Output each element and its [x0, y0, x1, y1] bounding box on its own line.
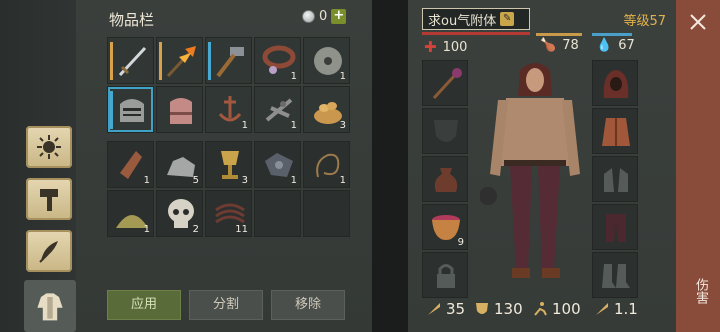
- food-stat: 🍗 78: [540, 38, 579, 53]
- boots-icon: [602, 264, 630, 288]
- consumable-qty: 9: [457, 237, 464, 248]
- water-value: 67: [618, 38, 635, 53]
- head-slot[interactable]: [592, 60, 638, 106]
- leather-helmet-icon: [170, 98, 192, 124]
- inventory-slot[interactable]: 1: [254, 86, 301, 133]
- close-icon[interactable]: [688, 12, 708, 32]
- inventory-slot[interactable]: 5: [156, 141, 203, 188]
- locked-slot[interactable]: [422, 252, 468, 298]
- crafting-tab-button[interactable]: [26, 126, 72, 168]
- health-stat: ✚ 100: [424, 38, 467, 56]
- hammer-item-icon: [216, 47, 244, 78]
- sun-scroll-icon: [37, 135, 61, 159]
- currency-display: 0 +: [302, 9, 347, 24]
- damage-vertical-label: 伤害: [693, 278, 708, 304]
- inventory-slot[interactable]: 1: [254, 37, 301, 84]
- character-figure: [480, 63, 580, 278]
- split-button[interactable]: 分割: [189, 290, 263, 320]
- character-name-field[interactable]: 求ou气附体 ✎: [422, 8, 530, 30]
- sword-icon: [118, 46, 147, 77]
- inventory-slot[interactable]: [156, 86, 203, 133]
- bag-slot[interactable]: [422, 156, 468, 202]
- pants-icon: [606, 214, 626, 242]
- hammer-icon: [40, 189, 58, 211]
- health-cross-icon: ✚: [424, 38, 437, 56]
- speed-stat: 100: [532, 300, 581, 318]
- consumable-slot[interactable]: 9: [422, 204, 468, 250]
- health-value: 100: [442, 39, 468, 55]
- building-tab-button[interactable]: [26, 178, 72, 220]
- hood-icon: [603, 70, 629, 98]
- water-drop-icon: 💧: [596, 38, 613, 53]
- legs-slot[interactable]: [592, 204, 638, 250]
- inventory-slot[interactable]: 1: [205, 86, 252, 133]
- shield-slot[interactable]: [422, 108, 468, 154]
- lock-icon: [437, 264, 455, 288]
- equipment-item-grid: 1 1 1 1 3: [107, 37, 350, 133]
- sack-icon: [434, 168, 458, 192]
- inventory-slot-selected[interactable]: [107, 86, 154, 133]
- hands-slot[interactable]: [592, 156, 638, 202]
- food-bar: [536, 33, 582, 36]
- panel-divider: [372, 0, 408, 332]
- inventory-slot-empty[interactable]: [303, 190, 350, 237]
- character-name: 求ou气附体: [428, 13, 497, 29]
- gloves-icon: [604, 168, 628, 192]
- currency-count: 0: [319, 9, 328, 24]
- inventory-slot-empty[interactable]: [254, 190, 301, 237]
- edit-name-icon[interactable]: ✎: [500, 12, 515, 26]
- defense-stat: 130: [474, 300, 523, 318]
- inventory-slot[interactable]: [107, 37, 154, 84]
- inventory-panel: 物品栏 0 + 1 1 1 1 3 1 5 3 1 1 1 2 11 应用 分割…: [76, 0, 372, 332]
- inventory-slot[interactable]: 1: [303, 37, 350, 84]
- quill-icon: [39, 241, 58, 263]
- knight-helmet-icon: [120, 99, 144, 122]
- side-tab-strip: [0, 0, 76, 332]
- inventory-slot[interactable]: 3: [303, 86, 350, 133]
- inventory-slot[interactable]: 3: [205, 141, 252, 188]
- food-value: 78: [562, 38, 579, 53]
- chest-slot[interactable]: [592, 108, 638, 154]
- inventory-slot[interactable]: 1: [254, 141, 301, 188]
- inventory-slot[interactable]: 2: [156, 190, 203, 237]
- character-panel: 求ou气附体 ✎ 等级57 ✚ 100 🍗 78 💧 67 9 35 130 1…: [408, 0, 676, 332]
- defense-icon: [476, 303, 488, 314]
- armor-icon: [37, 293, 63, 321]
- inventory-slot[interactable]: [205, 37, 252, 84]
- inventory-slot[interactable]: 11: [205, 190, 252, 237]
- weapon-slot[interactable]: [422, 60, 468, 106]
- close-strip: 伤害: [676, 0, 720, 332]
- character-tab-button[interactable]: [24, 280, 76, 332]
- attack-icon: [428, 303, 440, 315]
- inventory-slot[interactable]: 1: [107, 190, 154, 237]
- inventory-slot[interactable]: 1: [107, 141, 154, 188]
- gem-icon: [302, 10, 315, 23]
- inventory-title: 物品栏: [109, 11, 155, 29]
- add-currency-button[interactable]: +: [331, 9, 347, 24]
- flame-spear-icon: [166, 46, 196, 78]
- inventory-slot[interactable]: 1: [303, 141, 350, 188]
- food-icon: 🍗: [540, 38, 557, 53]
- water-stat: 💧 67: [596, 38, 635, 53]
- mace-icon: [432, 68, 462, 100]
- apply-button[interactable]: 应用: [107, 290, 181, 320]
- remove-button[interactable]: 移除: [271, 290, 345, 320]
- attack-stat: 35: [426, 300, 465, 318]
- weight-icon: [596, 303, 608, 315]
- skills-tab-button[interactable]: [26, 230, 72, 272]
- water-bar: [592, 33, 632, 36]
- feet-slot[interactable]: [592, 252, 638, 298]
- inventory-slot[interactable]: [156, 37, 203, 84]
- speed-icon: [534, 302, 547, 316]
- weight-stat: 1.1: [594, 300, 638, 318]
- resource-item-grid: 1 5 3 1 1 1 2 11: [107, 141, 350, 237]
- health-bar: [422, 32, 530, 35]
- padded-jacket-icon: [602, 118, 630, 146]
- shield-icon: [434, 120, 458, 142]
- level-label: 等级57: [623, 14, 666, 29]
